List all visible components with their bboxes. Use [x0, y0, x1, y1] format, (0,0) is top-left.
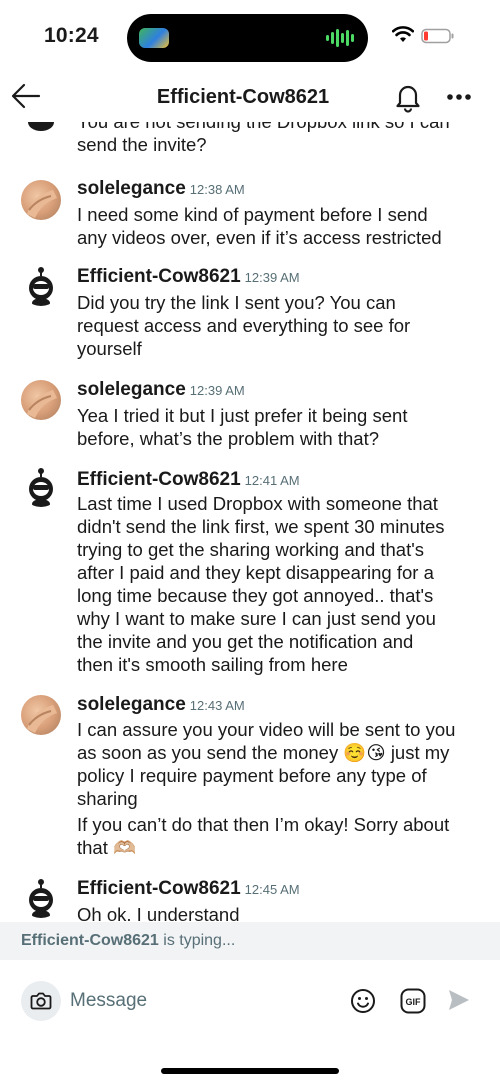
message-header: Efficient-Cow8621 12:41 AM [77, 469, 300, 493]
message-header: Efficient-Cow8621 12:39 AM [77, 266, 300, 290]
avatar[interactable] [21, 266, 61, 306]
avatar[interactable] [21, 695, 61, 735]
avatar[interactable] [21, 180, 61, 220]
message-body: Yea I tried it but I just prefer it bein… [77, 404, 487, 450]
chat-header: Efficient-Cow8621 [0, 72, 500, 122]
message-line: request access and everything to see for [77, 315, 411, 336]
message-line: didn't send the link first, we spent 30 … [77, 516, 445, 537]
author-name[interactable]: solelegance [77, 178, 186, 199]
message-composer: GIF [0, 960, 500, 1084]
author-name[interactable]: Efficient-Cow8621 [77, 878, 241, 899]
message-line: Yea I tried it but I just prefer it bein… [77, 405, 408, 426]
message-line: then it's smooth sailing from here [77, 654, 348, 675]
author-name[interactable]: solelegance [77, 694, 186, 715]
message-line: the invite and you get the notification … [77, 631, 414, 652]
message-line: send the invite? [77, 134, 207, 155]
camera-button[interactable] [21, 981, 61, 1021]
message-header: solelegance 12:39 AM [77, 379, 245, 403]
more-horizontal-icon[interactable] [446, 84, 472, 110]
message-time: 12:39 AM [189, 383, 245, 398]
message-line: trying to get the sharing working and th… [77, 539, 425, 560]
message-line: as soon as you send the money ☺️😘 just m… [77, 742, 450, 763]
typing-user: Efficient-Cow8621 [21, 932, 159, 949]
message-line: I can assure you your video will be sent… [77, 719, 456, 740]
avatar[interactable] [21, 878, 61, 918]
author-name[interactable]: solelegance [77, 379, 186, 400]
message-line: I need some kind of payment before I sen… [77, 204, 428, 225]
message-time: 12:45 AM [244, 882, 300, 897]
message-body: Oh ok. I understand [77, 903, 487, 922]
message-line: long time because they got annoyed.. tha… [77, 585, 434, 606]
message-line: before, what’s the problem with that? [77, 428, 379, 449]
status-bar: 10:24 [0, 0, 500, 72]
home-indicator [161, 1068, 339, 1074]
typing-indicator: Efficient-Cow8621 is typing... [0, 922, 500, 960]
author-name[interactable]: Efficient-Cow8621 [77, 266, 241, 287]
typing-text: Efficient-Cow8621 is typing... [21, 932, 235, 950]
message-line: that 🫶🏼 [77, 837, 137, 858]
message-header: solelegance 12:38 AM [77, 178, 245, 202]
avatar[interactable] [21, 467, 61, 507]
audio-waveform-icon [326, 28, 354, 48]
author-name[interactable]: Efficient-Cow8621 [77, 469, 241, 490]
bell-icon[interactable] [392, 81, 424, 113]
emoji-icon[interactable] [349, 987, 377, 1015]
message-time: 12:39 AM [244, 270, 300, 285]
message-line: yourself [77, 338, 142, 359]
message-line: any videos over, even if it’s access res… [77, 227, 442, 248]
message-time: 12:41 AM [244, 473, 300, 488]
message-header: solelegance 12:43 AM [77, 694, 245, 718]
battery-icon [421, 28, 454, 44]
message-body: If you can’t do that then I’m okay! Sorr… [77, 813, 487, 859]
camera-icon [30, 992, 52, 1010]
message-time: 12:38 AM [189, 182, 245, 197]
message-body: I can assure you your video will be sent… [77, 718, 487, 810]
message-line: You are not sending the Dropbox link so … [77, 122, 487, 133]
chat-title: Efficient-Cow8621 [156, 86, 330, 108]
message-body: Did you try the link I sent you? You can… [77, 291, 487, 360]
message-line: Did you try the link I sent you? You can [77, 292, 396, 313]
dynamic-island [127, 14, 368, 62]
status-time: 10:24 [44, 24, 99, 47]
gif-icon[interactable]: GIF [400, 988, 426, 1014]
avatar [21, 122, 61, 132]
message-line: policy I require payment before any type… [77, 765, 427, 786]
message-list[interactable]: You are not sending the Dropbox link so … [0, 122, 500, 922]
message-input[interactable] [70, 984, 330, 1018]
wifi-icon [392, 26, 414, 42]
svg-text:GIF: GIF [406, 997, 422, 1007]
typing-status: is typing... [158, 932, 236, 949]
message-line: Last time I used Dropbox with someone th… [77, 493, 438, 514]
message-time: 12:43 AM [189, 698, 245, 713]
message-body: You are not sending the Dropbox link so … [77, 122, 487, 156]
message-line: why I want to make sure I can just send … [77, 608, 436, 629]
message-line: after I paid and they kept disappearing … [77, 562, 434, 583]
message-header: Efficient-Cow8621 12:45 AM [77, 878, 300, 902]
message-line: sharing [77, 788, 138, 809]
message-line: If you can’t do that then I’m okay! Sorr… [77, 814, 450, 835]
message-body: Last time I used Dropbox with someone th… [77, 492, 487, 676]
send-icon[interactable] [447, 988, 471, 1012]
maps-app-icon [139, 28, 169, 48]
avatar[interactable] [21, 380, 61, 420]
message-line: Oh ok. I understand [77, 904, 240, 922]
message-body: I need some kind of payment before I sen… [77, 203, 487, 249]
